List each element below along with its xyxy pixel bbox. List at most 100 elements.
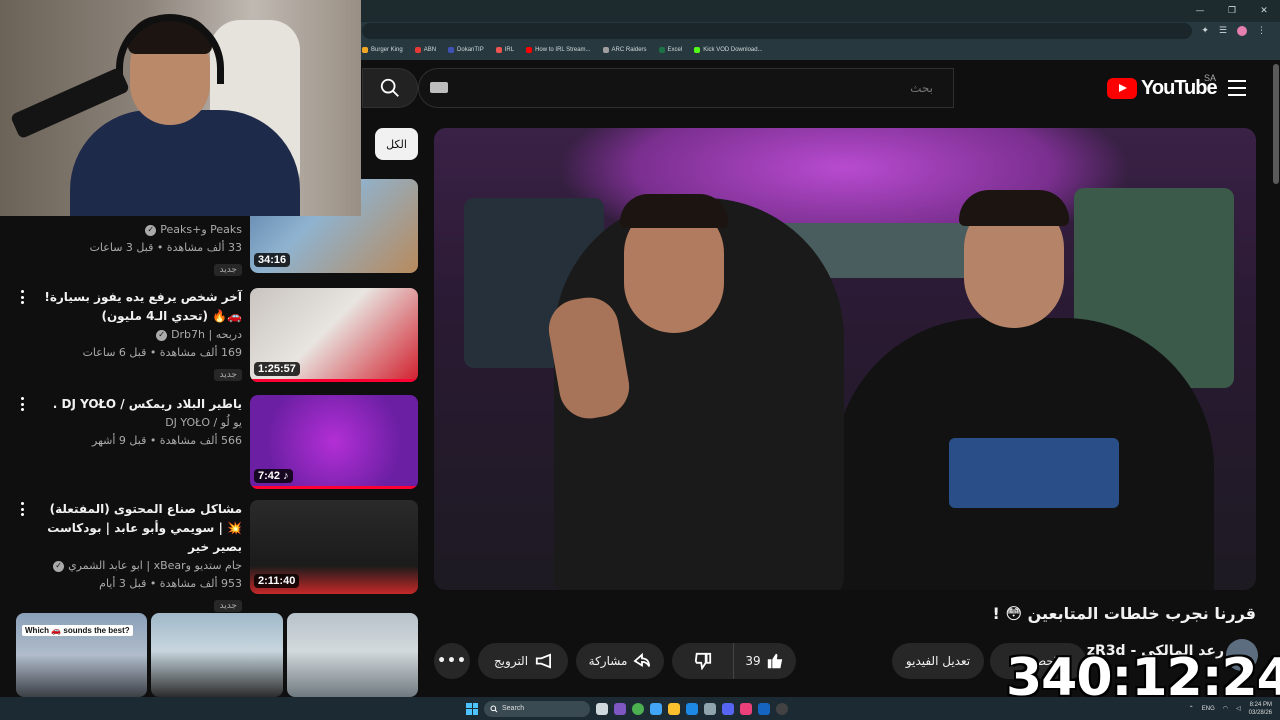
start-icon[interactable] [466,702,478,715]
app-icon[interactable] [740,702,752,715]
recommendation-info: Peaks و+Peaks ✓ 33 ألف مشاهدة • قبل 3 ساع… [34,221,242,276]
bookmark-item[interactable]: ARC Raiders [602,47,647,53]
window-controls: — ❐ ✕ [1184,0,1280,22]
clock-time: 8:24 PM [1249,701,1272,708]
more-horizontal-icon: ••• [437,653,467,669]
duration-badge: 2:11:40 [254,574,300,588]
more-vertical-icon[interactable] [14,395,30,413]
scroll-thumb[interactable] [1273,64,1279,184]
recommendation-meta: 566 ألف مشاهدة • قبل 9 أشهر [92,434,242,447]
bookmark-item[interactable]: DokanTIP [448,47,484,53]
keyboard-icon[interactable] [430,82,448,93]
short-thumbnail[interactable]: Which 🚗 sounds the best? [16,613,148,697]
like-button[interactable]: 39 [734,643,796,679]
thumbs-up-icon [767,653,782,669]
chrome-icon[interactable] [632,702,644,715]
search-input[interactable] [418,68,954,108]
duration-badge: 34:16 [254,253,291,267]
app-icon[interactable] [686,702,698,715]
edit-video-button[interactable]: تعديل الفيديو [892,643,984,679]
bookmark-label: How to IRL Stream... [535,47,591,53]
app-icon[interactable] [650,702,662,715]
recommendation-item[interactable]: 7:42 ♪ ياطير البلاد ريمكس / DJ YOŁO . يو… [14,395,418,491]
file-explorer-icon[interactable] [668,702,680,715]
recommendation-channel: يو لُو / DJ YOŁO [165,416,242,429]
bookmark-item[interactable]: Burger King [362,47,403,53]
short-caption: Which 🚗 sounds the best? [22,625,133,636]
recommendation-info: مشاكل صناع المحتوى (المفتعلة) 💥 | سويمي … [34,500,242,612]
tab-strip[interactable] [362,0,1262,22]
megaphone-icon [535,653,552,669]
recommendation-thumbnail[interactable]: 7:42 ♪ [250,395,418,489]
address-bar[interactable] [362,23,1192,39]
bookmark-item[interactable]: ABN [414,47,437,53]
new-badge: جديد [214,369,242,381]
promote-label: الترويج [493,654,529,668]
clock[interactable]: 8:24 PM 03/28/26 [1249,701,1272,717]
task-view-icon[interactable] [596,702,608,715]
extensions-icon[interactable]: ✦ [1201,26,1209,36]
share-button[interactable]: مشاركة [576,643,664,679]
tray-chevron-icon[interactable]: ⌃ [1189,705,1194,712]
obs-icon[interactable] [776,702,788,715]
recommendation-thumbnail[interactable]: 1:25:57 [250,288,418,382]
search-button[interactable] [362,68,418,108]
video-player[interactable] [434,128,1256,590]
like-dislike-group: 39 [672,643,796,679]
bookmark-item[interactable]: How to IRL Stream... [526,47,591,53]
chip-all[interactable]: الكل [375,128,418,160]
taskbar-search[interactable]: Search [484,700,590,717]
discord-icon[interactable] [722,702,734,715]
bookmark-label: ABN [423,47,437,53]
youtube-logo[interactable]: YouTube [1107,76,1218,100]
windows-taskbar: Search ⌃ ENG ◠ ◁ 8:24 PM 03/28/26 [0,697,1280,720]
app-icon[interactable] [704,702,716,715]
maximize-button[interactable]: ❐ [1216,0,1248,22]
youtube-header: YouTube SA [362,60,1272,118]
language-indicator[interactable]: ENG [1202,706,1215,712]
verified-icon: ✓ [145,224,157,236]
wifi-icon[interactable]: ◠ [1223,705,1228,712]
close-button[interactable]: ✕ [1248,0,1280,22]
menu-icon[interactable] [1228,80,1246,96]
recommendation-title: مشاكل صناع المحتوى (المفتعلة) 💥 | سويمي … [47,502,242,554]
steam-icon[interactable] [758,702,770,715]
recommendation-meta: 169 ألف مشاهدة • قبل 6 ساعات [82,346,242,359]
reading-list-icon[interactable]: ☰ [1219,26,1227,36]
recommendation-title: آخر شخص يرفع يده يفوز بسيارة! 🚗🔥 (تحدي ا… [44,290,242,323]
app-icon[interactable] [614,702,626,715]
bookmark-item[interactable]: Kick VOD Download... [694,47,763,53]
youtube-play-icon [1107,77,1137,99]
new-badge: جديد [214,264,242,276]
recommendation-item[interactable]: 1:25:57 آخر شخص يرفع يده يفوز بسيارة! 🚗🔥… [14,288,418,384]
recommendation-meta: 953 ألف مشاهدة • قبل 3 أيام [99,577,242,590]
recommendation-channel: Peaks و+Peaks ✓ [34,221,242,239]
verified-icon: ✓ [156,329,168,341]
dislike-button[interactable] [672,643,734,679]
minimize-button[interactable]: — [1184,0,1216,22]
short-thumbnail[interactable] [151,613,283,697]
more-vertical-icon[interactable] [14,500,30,518]
more-actions-button[interactable]: ••• [434,643,470,679]
promote-button[interactable]: الترويج [478,643,568,679]
recommendation-channel: دربحه | Drb7h ✓ [34,326,242,344]
region-code: SA [1204,73,1217,83]
browser-menu-icon[interactable]: ⋮ [1257,26,1266,36]
recommendation-item[interactable]: 2:11:40 مشاكل صناع المحتوى (المفتعلة) 💥 … [14,500,418,612]
recommendation-channel: جام ستديو وxBear | ابو عابد الشمري ✓ [34,557,242,575]
bookmark-icon [658,47,665,53]
short-thumbnail[interactable] [286,613,418,697]
bookmark-item[interactable]: IRL [495,47,514,53]
bookmark-item[interactable]: Excel [658,47,683,53]
thumbs-down-icon [694,652,711,670]
volume-icon[interactable]: ◁ [1236,705,1241,712]
recommendation-thumbnail[interactable]: 2:11:40 [250,500,418,594]
verified-icon: ✓ [53,560,65,572]
bookmark-label: Excel [667,47,683,53]
search-icon [490,705,498,712]
share-label: مشاركة [588,654,628,668]
page-scrollbar[interactable] [1272,60,1280,696]
profile-avatar[interactable] [1237,26,1247,36]
system-tray: ⌃ ENG ◠ ◁ 8:24 PM 03/28/26 [1189,698,1272,719]
more-vertical-icon[interactable] [14,288,30,306]
